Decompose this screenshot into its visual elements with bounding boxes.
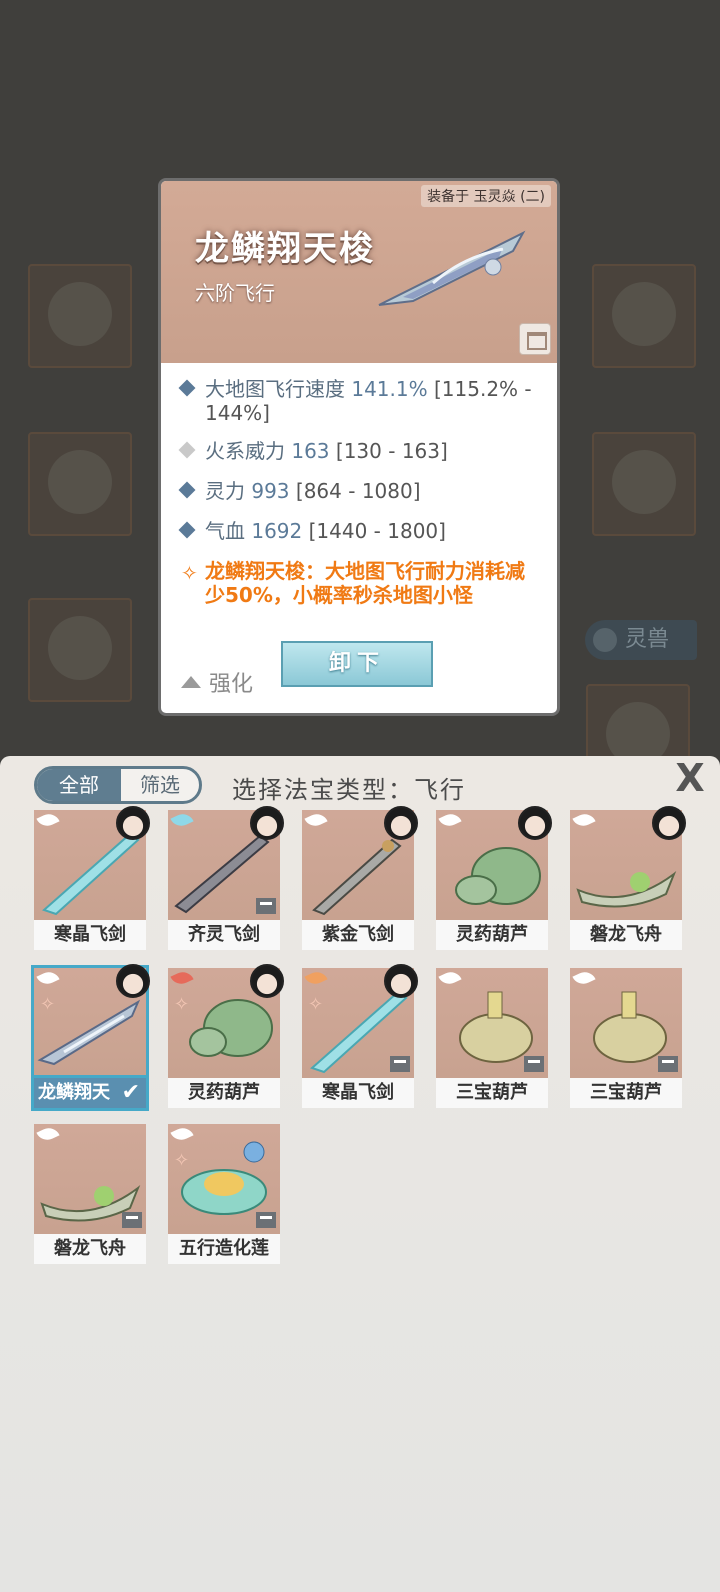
- pet-icon: [593, 628, 617, 652]
- character-avatar: [384, 964, 418, 998]
- check-icon: ✔: [121, 1080, 140, 1105]
- tab-all[interactable]: 全部: [37, 769, 121, 801]
- character-avatar: [518, 806, 552, 840]
- equipment-slot-right-1: [592, 264, 696, 368]
- special-effect: ✧ 龙鳞翔天梭：大地图飞行耐力消耗减 少50%，小概率秒杀地图小怪: [181, 559, 525, 607]
- attribute-row-continued: 144%]: [205, 401, 270, 425]
- pet-tab: 灵兽: [585, 620, 697, 660]
- diamond-icon: [178, 481, 196, 499]
- attribute-row: 气血 1692 [1440 - 1800]: [178, 519, 446, 543]
- lock-icon: [658, 1056, 678, 1072]
- attribute-row: 灵力 993 [864 - 1080]: [178, 479, 421, 503]
- close-icon[interactable]: X: [670, 758, 710, 798]
- item-card[interactable]: ✧ 五行造化莲: [168, 1124, 280, 1264]
- item-card-selected[interactable]: ✧ 龙鳞翔天 ✔: [31, 964, 150, 1111]
- lock-icon: [524, 1056, 544, 1072]
- special-rune-icon: ✧: [181, 561, 198, 585]
- diamond-icon: [178, 379, 196, 397]
- item-card[interactable]: 灵药葫芦: [436, 806, 552, 950]
- item-artwork: [378, 230, 526, 306]
- diamond-icon: [178, 521, 196, 539]
- panel-title: 选择法宝类型：飞行: [232, 776, 466, 804]
- up-arrow-icon: [181, 676, 201, 688]
- strengthen-button[interactable]: 强化: [181, 666, 253, 698]
- rune-icon: ✧: [40, 994, 56, 1015]
- lock-icon: [256, 1212, 276, 1228]
- treasure-select-panel: 全部 筛选 选择法宝类型：飞行 X 寒晶飞剑 齐灵飞剑 紫金飞剑 灵药葫芦 磐龙…: [0, 756, 720, 1592]
- character-avatar: [652, 806, 686, 840]
- item-tier: 六阶飞行: [195, 281, 275, 305]
- equipment-slot-right-2: [592, 432, 696, 536]
- rune-icon: ✧: [308, 994, 324, 1015]
- character-avatar: [116, 964, 150, 998]
- item-card[interactable]: ✧ 寒晶飞剑: [302, 964, 418, 1108]
- lock-icon: [122, 1212, 142, 1228]
- item-detail-header: 装备于 玉灵焱 (二) 龙鳞翔天梭 六阶飞行: [161, 181, 557, 363]
- item-card[interactable]: 三宝葫芦: [570, 968, 682, 1108]
- item-card[interactable]: 磐龙飞舟: [34, 1124, 146, 1264]
- equipment-slot-left-1: [28, 264, 132, 368]
- tab-filter[interactable]: 筛选: [121, 769, 199, 801]
- item-card[interactable]: 齐灵飞剑: [168, 806, 284, 950]
- item-card[interactable]: 磐龙飞舟: [570, 806, 686, 950]
- equipment-slot-left-3: [28, 598, 132, 702]
- attribute-row: 大地图飞行速度 141.1% [115.2% -: [178, 377, 532, 401]
- item-card[interactable]: ✧ 灵药葫芦: [168, 964, 284, 1108]
- diamond-icon: [178, 441, 196, 459]
- item-detail-card: 装备于 玉灵焱 (二) 龙鳞翔天梭 六阶飞行 大地图飞行速度 141.1% [1…: [158, 178, 560, 716]
- lock-icon: [256, 898, 276, 914]
- item-card[interactable]: 三宝葫芦: [436, 968, 548, 1108]
- item-card[interactable]: 紫金飞剑: [302, 806, 418, 950]
- character-avatar: [250, 964, 284, 998]
- equipped-on-label: 装备于 玉灵焱 (二): [421, 185, 551, 207]
- item-card[interactable]: 寒晶飞剑: [34, 806, 150, 950]
- character-avatar: [116, 806, 150, 840]
- filter-toggle: 全部 筛选: [34, 766, 202, 804]
- character-avatar: [384, 806, 418, 840]
- unequip-button[interactable]: 卸下: [281, 641, 433, 687]
- rune-icon: ✧: [174, 994, 190, 1015]
- attribute-row: 火系威力 163 [130 - 163]: [178, 439, 448, 463]
- lock-icon: [390, 1056, 410, 1072]
- lock-icon[interactable]: [519, 323, 551, 355]
- item-name: 龙鳞翔天梭: [195, 229, 375, 269]
- character-avatar: [250, 806, 284, 840]
- equipment-slot-left-2: [28, 432, 132, 536]
- rune-icon: ✧: [174, 1150, 190, 1171]
